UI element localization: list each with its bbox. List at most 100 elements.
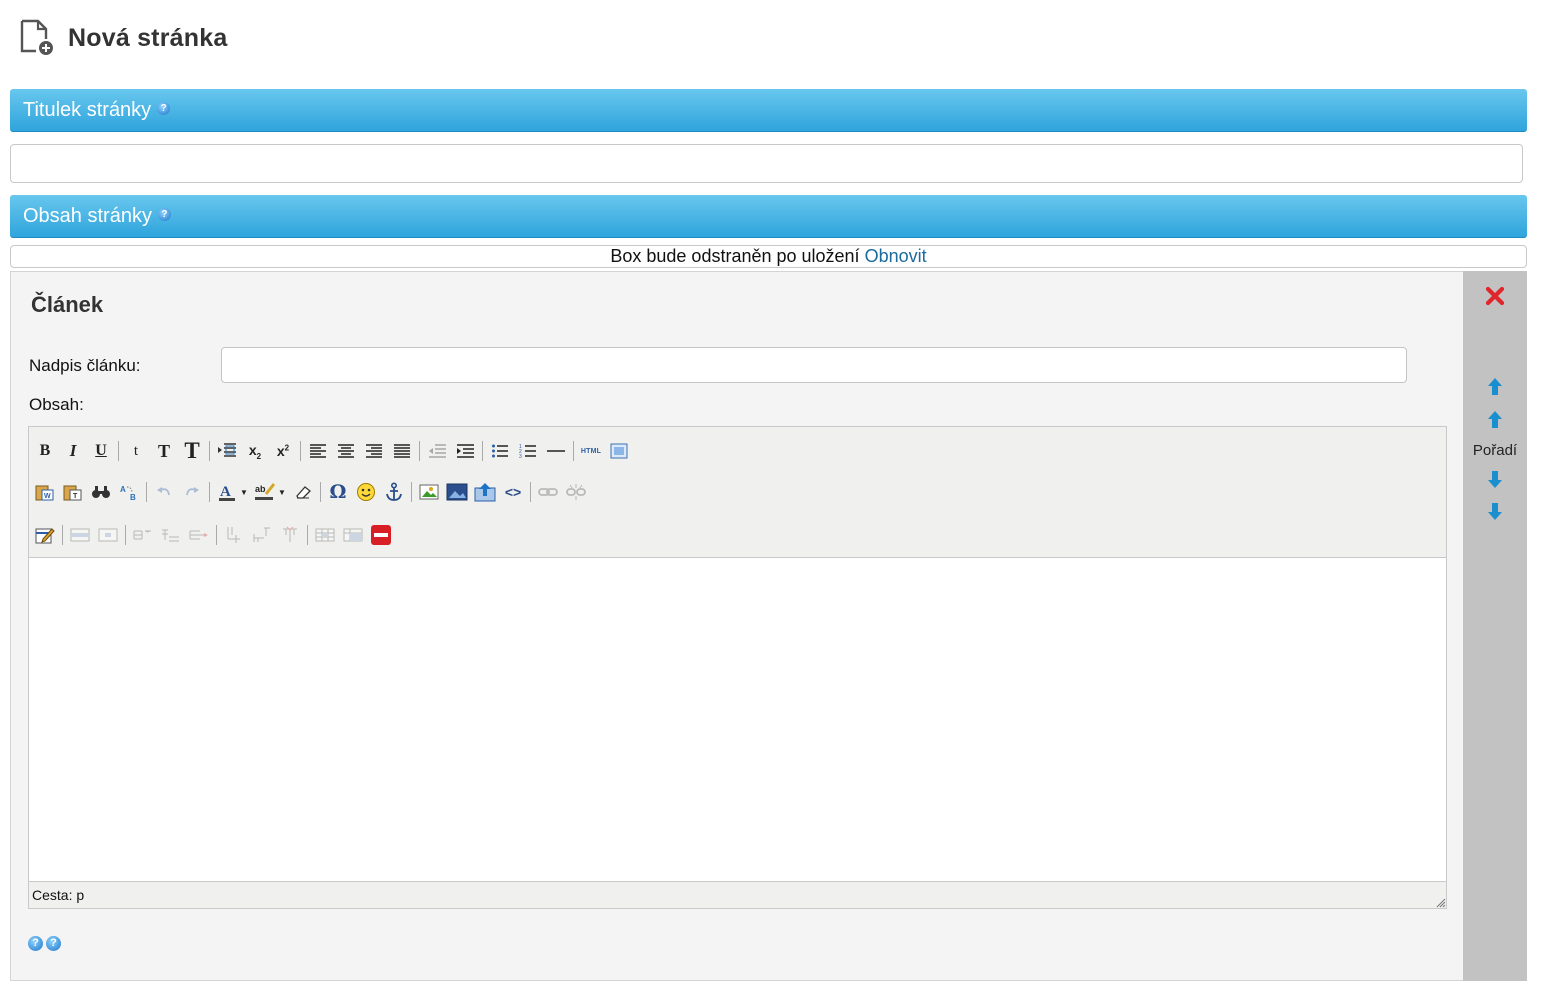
emoticon-icon[interactable] (353, 480, 379, 504)
chevron-down-icon[interactable]: ▼ (278, 488, 287, 497)
numbered-list-icon[interactable]: 123 (515, 439, 541, 463)
toolbar-row-2: W T AB A ▼ ab ▼ Ω <> (32, 478, 591, 506)
title-section-bar: Titulek stránky ? (10, 89, 1527, 132)
align-left-icon[interactable] (305, 439, 331, 463)
underline-icon[interactable]: U (88, 439, 114, 463)
toolbar-separator (62, 525, 63, 545)
col-delete-icon[interactable] (277, 523, 303, 547)
chevron-down-icon[interactable]: ▼ (240, 488, 249, 497)
paste-word-icon[interactable]: W (32, 480, 58, 504)
row-after-icon[interactable] (158, 523, 184, 547)
insert-image-icon[interactable] (416, 480, 442, 504)
toolbar-separator (209, 441, 210, 461)
removal-notice-text: Box bude odstraněn po uložení (610, 246, 860, 266)
page-header: Nová stránka (18, 18, 227, 58)
title-section-label: Titulek stránky (23, 98, 152, 121)
superscript-icon[interactable]: x2 (270, 439, 296, 463)
paste-text-icon[interactable]: T (60, 480, 86, 504)
article-box-title: Článek (31, 292, 104, 317)
svg-text:A: A (220, 484, 231, 500)
table-row-props-icon[interactable] (67, 523, 93, 547)
move-bottom-icon[interactable] (1487, 501, 1503, 521)
toolbar-separator (573, 441, 574, 461)
horizontal-rule-icon[interactable] (543, 439, 569, 463)
move-up-icon[interactable] (1487, 410, 1503, 430)
table-cell-props-icon[interactable] (95, 523, 121, 547)
help-icon[interactable]: ? (157, 207, 171, 221)
find-icon[interactable] (88, 480, 114, 504)
toolbar-separator (411, 482, 412, 502)
subscript-icon[interactable]: x2 (242, 439, 268, 463)
move-up-button[interactable] (1463, 410, 1527, 430)
html-source-icon[interactable]: HTML (578, 439, 604, 463)
font-medium-icon[interactable]: T (151, 439, 177, 463)
indent-icon[interactable] (452, 439, 478, 463)
replace-icon[interactable]: AB (116, 480, 142, 504)
eraser-icon[interactable] (290, 480, 316, 504)
anchor-icon[interactable] (381, 480, 407, 504)
bold-icon[interactable]: B (32, 439, 58, 463)
toolbar-separator (125, 525, 126, 545)
svg-text:3: 3 (519, 454, 522, 459)
svg-text:A: A (120, 485, 126, 494)
help-icon[interactable]: ? (157, 101, 171, 115)
upload-image-icon[interactable] (472, 480, 498, 504)
order-label: Pořadí (1472, 442, 1518, 459)
text-color-icon[interactable]: A (214, 480, 240, 504)
restore-link[interactable]: Obnovit (865, 246, 927, 266)
bullet-list-icon[interactable] (487, 439, 513, 463)
svg-text:B: B (130, 493, 136, 501)
unlink-icon[interactable] (563, 480, 589, 504)
editor-content-area[interactable] (29, 558, 1446, 882)
move-down-button[interactable] (1463, 469, 1527, 489)
toolbar-separator (118, 441, 119, 461)
help-icon[interactable]: ? (46, 936, 61, 951)
page-title-input[interactable] (10, 144, 1523, 183)
editor-path: Cesta: p (32, 887, 85, 903)
close-button[interactable] (1463, 285, 1527, 307)
undo-icon[interactable] (151, 480, 177, 504)
font-large-icon[interactable]: T (179, 438, 205, 463)
preview-icon[interactable] (606, 439, 632, 463)
italic-icon[interactable]: I (60, 439, 86, 463)
close-icon[interactable] (1484, 285, 1506, 307)
col-after-icon[interactable] (249, 523, 275, 547)
indent-block-icon[interactable] (214, 439, 240, 463)
edit-table-icon[interactable] (32, 523, 58, 547)
content-label: Obsah: (29, 395, 84, 414)
outdent-icon[interactable] (424, 439, 450, 463)
align-right-icon[interactable] (361, 439, 387, 463)
redo-icon[interactable] (179, 480, 205, 504)
move-top-button[interactable] (1463, 377, 1527, 397)
font-small-icon[interactable]: t (123, 439, 149, 463)
toolbar-separator (216, 525, 217, 545)
delete-box-icon[interactable] (368, 523, 394, 547)
align-justify-icon[interactable] (389, 439, 415, 463)
toolbar-separator (300, 441, 301, 461)
special-char-icon[interactable]: Ω (325, 480, 351, 504)
split-cells-icon[interactable] (340, 523, 366, 547)
editor-statusbar: Cesta: p (29, 881, 1446, 908)
toolbar-row-3: + (32, 521, 396, 549)
toolbar-separator (209, 482, 210, 502)
svg-text:+: + (146, 530, 150, 536)
article-heading-input[interactable] (221, 347, 1407, 383)
toolbar-separator (320, 482, 321, 502)
code-icon[interactable]: <> (500, 480, 526, 504)
move-top-icon[interactable] (1487, 377, 1503, 397)
toolbar-row-1: B I U t T T x2 x2 1 2 3 HTML (32, 437, 634, 465)
highlight-color-icon[interactable]: ab (252, 480, 278, 504)
align-center-icon[interactable] (333, 439, 359, 463)
col-before-icon[interactable] (221, 523, 247, 547)
row-delete-icon[interactable] (186, 523, 212, 547)
help-icon[interactable]: ? (28, 936, 43, 951)
move-down-icon[interactable] (1487, 469, 1503, 489)
insert-media-icon[interactable] (444, 480, 470, 504)
row-insert-icon[interactable]: + (130, 523, 156, 547)
new-page-icon (20, 19, 53, 55)
resize-handle-icon[interactable] (1434, 896, 1446, 908)
link-icon[interactable] (535, 480, 561, 504)
toolbar-separator (482, 441, 483, 461)
move-bottom-button[interactable] (1463, 501, 1527, 521)
merge-cells-icon[interactable] (312, 523, 338, 547)
